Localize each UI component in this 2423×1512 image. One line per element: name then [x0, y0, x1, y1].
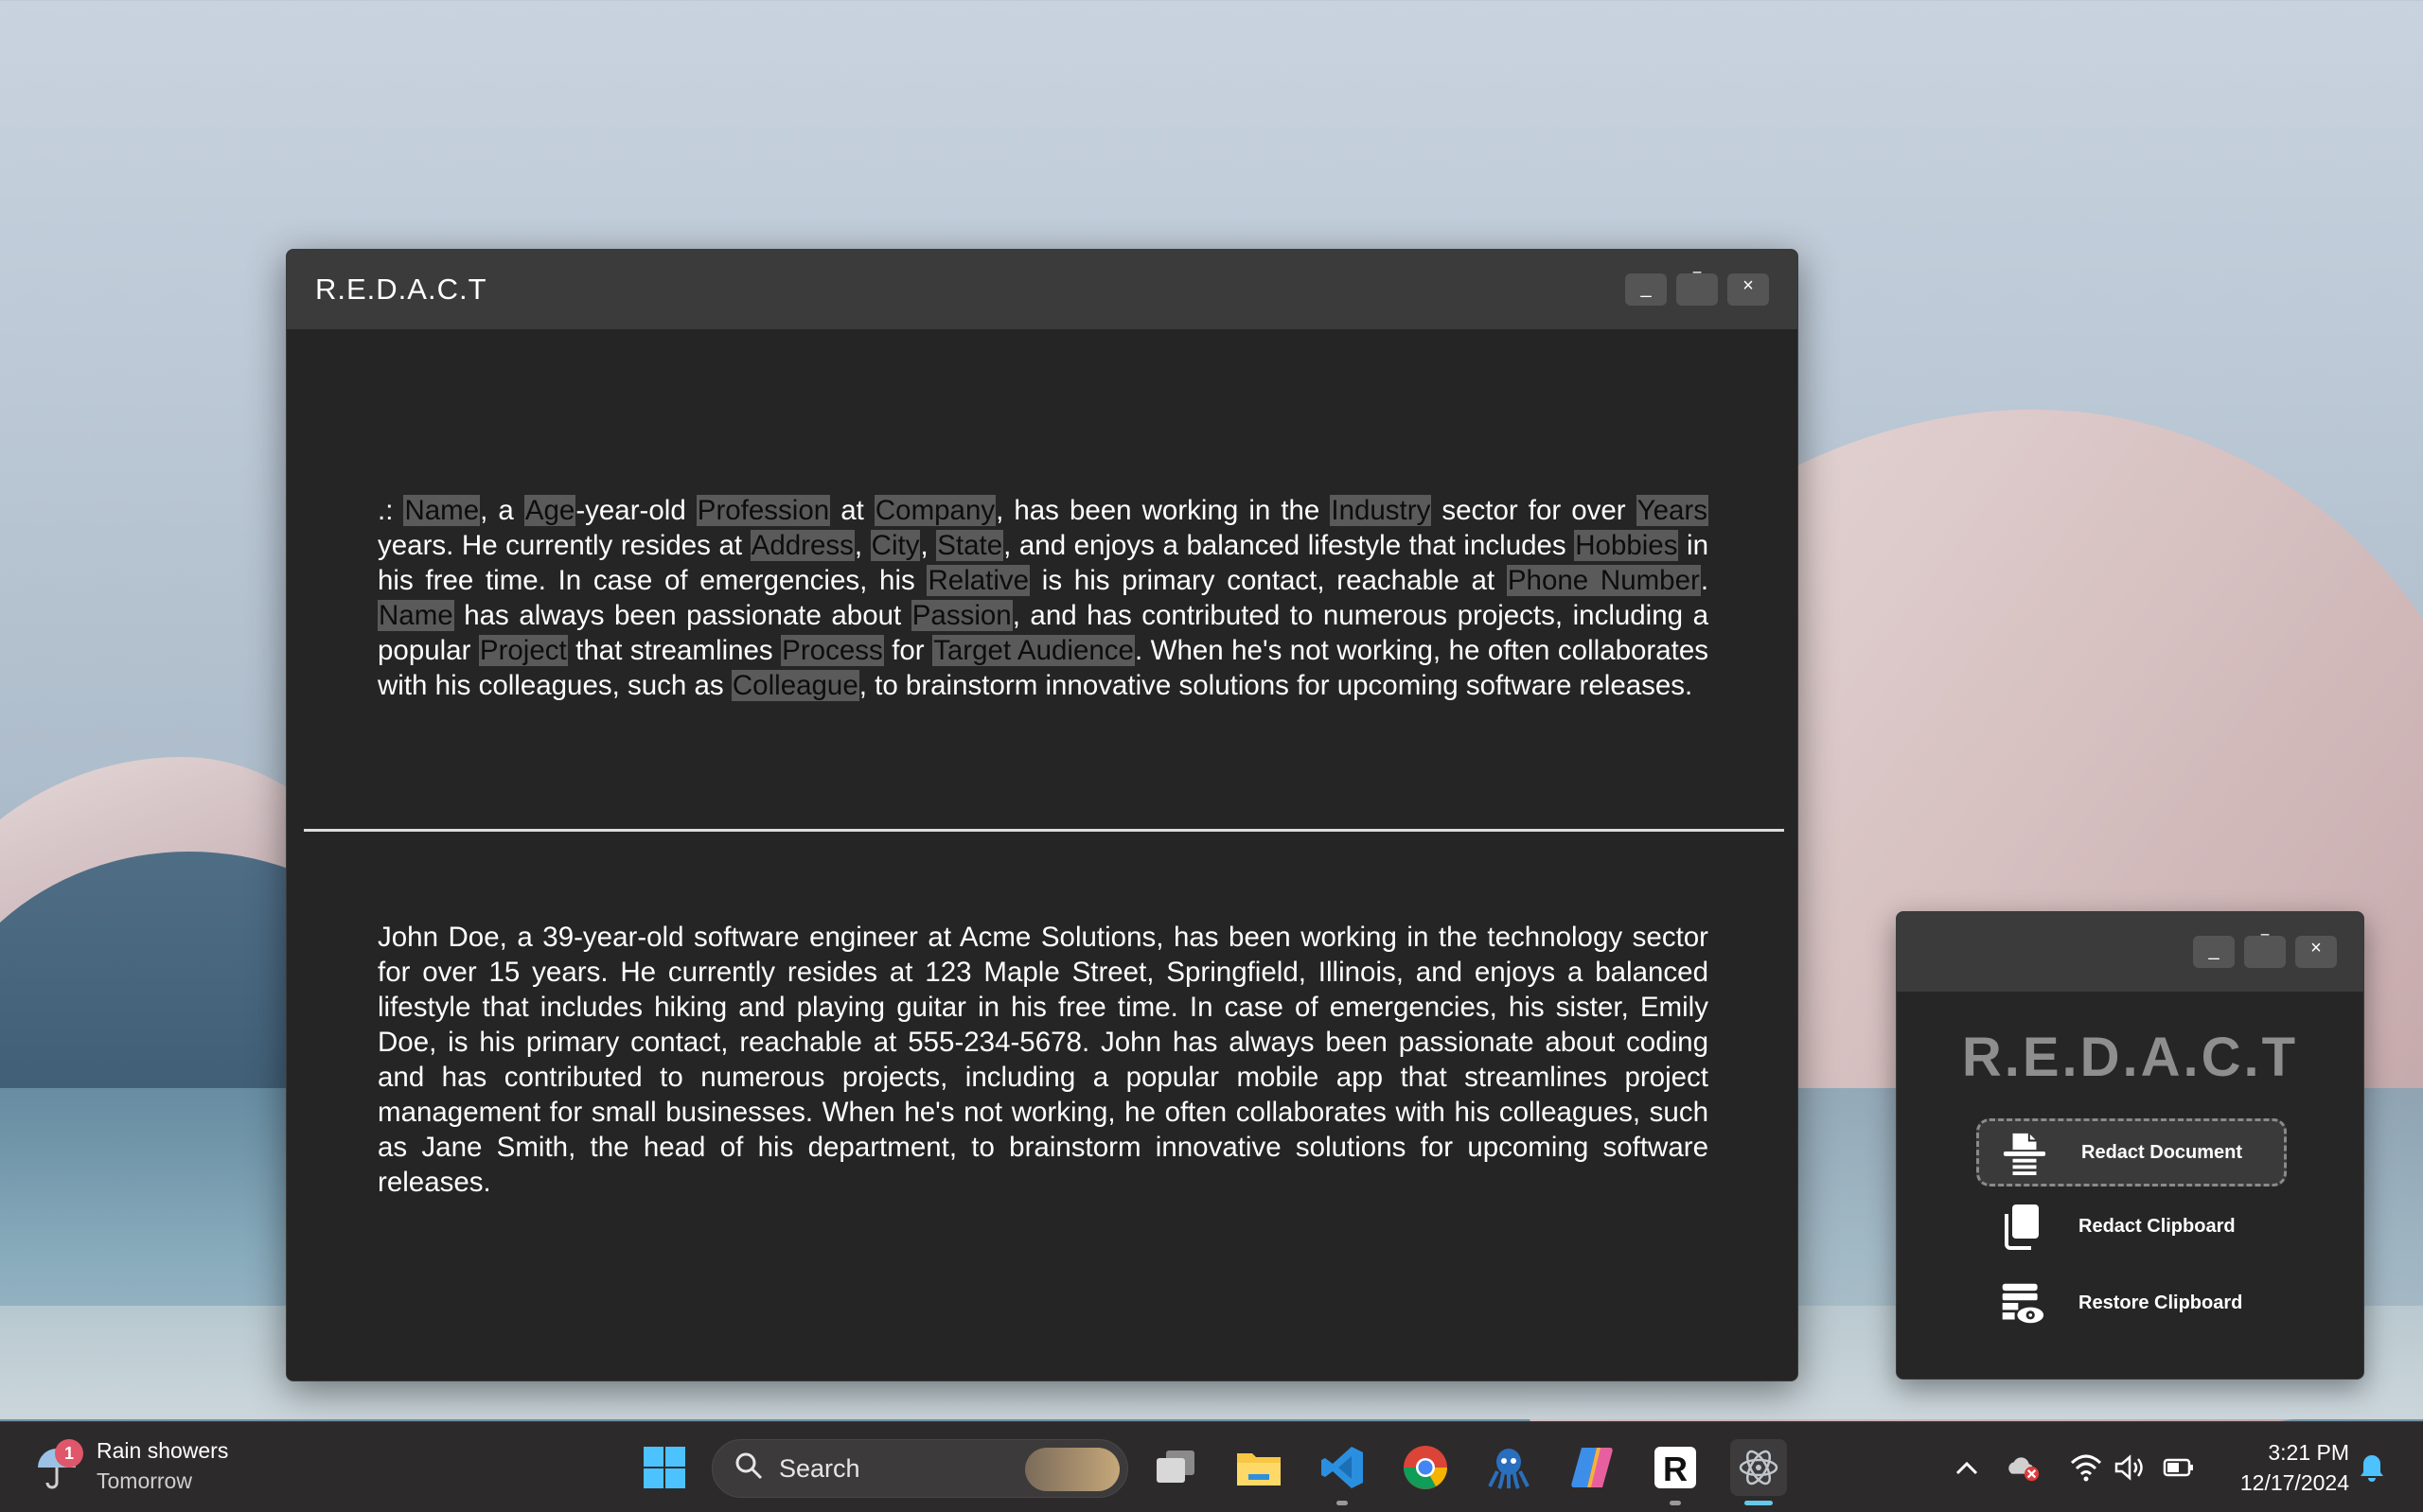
maximize-icon: ‾ [1693, 270, 1701, 293]
taskbar-search-box[interactable]: Search [712, 1439, 1128, 1498]
main-window-controls: _ ‾ × [1625, 270, 1769, 306]
redact-document-button[interactable]: Redact Document [1976, 1118, 2287, 1187]
redacted-text-fragment: is his primary contact, reachable at [1030, 565, 1507, 596]
clock-date: 12/17/2024 [2239, 1470, 2349, 1495]
redacted-text-fragment: , a [480, 495, 524, 526]
redaction-placeholder: Phone Number [1506, 565, 1701, 596]
redacted-text-fragment: , to brainstorm innovative solutions for… [858, 670, 1693, 701]
launcher-titlebar[interactable]: _ ‾ × [1897, 912, 2363, 992]
restore-clipboard-label: Restore Clipboard [2078, 1292, 2243, 1313]
taskbar-clock[interactable]: 3:21 PM 12/17/2024 [2240, 1437, 2349, 1498]
redaction-placeholder: Process [781, 635, 884, 666]
clipboard-copy-icon [1999, 1202, 2044, 1251]
copilot-icon[interactable] [1564, 1439, 1620, 1496]
clock-time: 3:21 PM [2268, 1440, 2349, 1465]
redaction-placeholder: Hobbies [1574, 530, 1679, 561]
electron-app-icon[interactable] [1730, 1439, 1787, 1505]
redact-clipboard-button[interactable]: Redact Clipboard [1976, 1192, 2287, 1260]
main-titlebar[interactable]: R.E.D.A.C.T _ ‾ × [287, 250, 1797, 329]
redaction-placeholder: Name [378, 600, 454, 631]
task-view-icon[interactable] [1147, 1439, 1204, 1496]
launcher-window-controls: _ ‾ × [2193, 932, 2337, 968]
weather-widget[interactable]: 1 Rain showers Tomorrow [30, 1435, 228, 1496]
close-icon: × [1742, 275, 1754, 296]
redaction-placeholder: Address [750, 530, 855, 561]
main-window-title: R.E.D.A.C.T [315, 273, 487, 306]
text-divider [304, 829, 1784, 832]
close-icon: × [2310, 938, 2322, 958]
redaction-placeholder: Profession [696, 495, 831, 526]
redacted-text-fragment: years. He currently resides at [378, 530, 751, 561]
taskbar: 1 Rain showers Tomorrow Search R 3:21 PM… [0, 1421, 2423, 1512]
redacted-text-fragment: at [830, 495, 875, 526]
redaction-placeholder: State [936, 530, 1004, 561]
redaction-placeholder: Relative [927, 565, 1031, 596]
redacted-text-output[interactable]: .: Name, a Age-year-old Profession at Co… [378, 493, 1708, 703]
redaction-placeholder: Colleague [731, 670, 859, 701]
wifi-icon[interactable] [2069, 1450, 2103, 1485]
vscode-icon[interactable] [1314, 1439, 1371, 1505]
redaction-placeholder: Years [1636, 495, 1708, 526]
onedrive-error-icon[interactable] [2007, 1450, 2041, 1485]
maximize-icon: ‾ [2261, 932, 2269, 956]
minimize-icon: _ [1640, 277, 1652, 298]
document-redact-icon [2002, 1128, 2047, 1177]
redact-document-label: Redact Document [2081, 1141, 2243, 1163]
redact-launcher-window: _ ‾ × R.E.D.A.C.T Redact Document Redact… [1896, 911, 2364, 1380]
launcher-minimize-button[interactable]: _ [2193, 936, 2235, 968]
notification-bell-icon[interactable] [2355, 1450, 2389, 1485]
launcher-logo-title: R.E.D.A.C.T [1961, 1027, 2299, 1088]
weather-text: Rain showers Tomorrow [97, 1435, 228, 1496]
original-text-input[interactable]: John Doe, a 39-year-old software enginee… [378, 920, 1708, 1200]
redacted-text-fragment: -year-old [575, 495, 697, 526]
clipboard-restore-eye-icon [1999, 1278, 2044, 1327]
search-label: Search [779, 1453, 860, 1483]
redacted-text-fragment: sector for over [1431, 495, 1636, 526]
redacted-text-fragment: .: [378, 495, 404, 526]
battery-icon[interactable] [2162, 1450, 2196, 1485]
maximize-button[interactable]: ‾ [1676, 270, 1718, 306]
search-highlight-image [1025, 1448, 1120, 1491]
redaction-placeholder: Name [403, 495, 481, 526]
redacted-text-fragment: , and enjoys a balanced lifestyle that i… [1003, 530, 1575, 561]
redaction-placeholder: Industry [1330, 495, 1432, 526]
redaction-placeholder: Company [874, 495, 997, 526]
launcher-maximize-button[interactable]: ‾ [2244, 932, 2286, 968]
launcher-close-button[interactable]: × [2295, 936, 2337, 968]
redaction-placeholder: Target Audience [932, 635, 1135, 666]
weather-badge: 1 [55, 1439, 83, 1468]
redacted-text-fragment: that streamlines [567, 635, 782, 666]
restore-clipboard-button[interactable]: Restore Clipboard [1976, 1269, 2287, 1337]
minimize-icon: _ [2208, 940, 2220, 960]
umbrella-rain-icon: 1 [30, 1439, 83, 1492]
redacted-text-fragment: has always been passionate about [453, 600, 911, 631]
octopus-app-icon[interactable] [1480, 1439, 1537, 1496]
redaction-placeholder: Passion [911, 600, 1013, 631]
vscode-running-indicator [1336, 1501, 1348, 1505]
electron-active-indicator [1744, 1501, 1773, 1505]
redaction-placeholder: Age [523, 495, 576, 526]
redacted-text-fragment: , has been working in the [996, 495, 1331, 526]
chrome-icon[interactable] [1397, 1439, 1454, 1496]
redact-clipboard-label: Redact Clipboard [2078, 1215, 2236, 1237]
search-icon [734, 1450, 764, 1487]
redact-r-icon[interactable]: R [1647, 1439, 1704, 1505]
volume-icon[interactable] [2113, 1450, 2147, 1485]
redaction-placeholder: City [870, 530, 921, 561]
redaction-placeholder: Project [478, 635, 568, 666]
weather-subtitle: Tomorrow [97, 1468, 192, 1493]
close-button[interactable]: × [1727, 273, 1769, 306]
redacted-text-fragment: . [1700, 565, 1709, 596]
redact-main-window: R.E.D.A.C.T _ ‾ × .: Name, a Age-year-ol… [286, 249, 1798, 1381]
minimize-button[interactable]: _ [1625, 273, 1667, 306]
svg-text:R: R [1663, 1450, 1688, 1488]
redacted-text-fragment: , [854, 530, 871, 561]
redacted-text-fragment: for [883, 635, 933, 666]
windows-start-icon[interactable] [636, 1439, 693, 1496]
redacted-text-fragment: , [920, 530, 937, 561]
chevron-up-icon[interactable] [1950, 1450, 1984, 1485]
weather-title: Rain showers [97, 1438, 229, 1463]
redact-running-indicator [1670, 1501, 1681, 1505]
file-explorer-icon[interactable] [1230, 1439, 1287, 1496]
